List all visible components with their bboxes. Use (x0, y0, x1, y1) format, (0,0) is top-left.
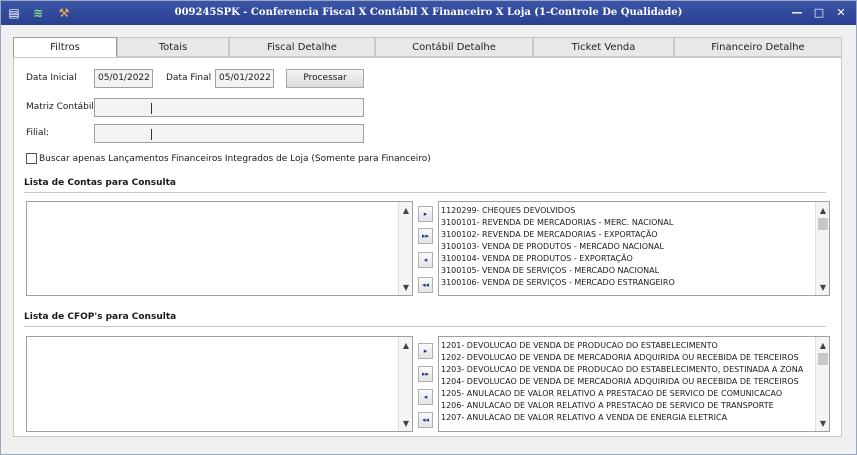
list-item[interactable]: 3100101- REVENDA DE MERCADORIAS - MERC. … (441, 217, 673, 228)
integrados-loja-checkbox[interactable] (26, 153, 37, 164)
tab-filtros[interactable]: Filtros (13, 37, 117, 58)
remove-one-button[interactable]: ◂ (418, 389, 433, 405)
list-item[interactable]: 1202- DEVOLUCAO DE VENDA DE MERCADORIA A… (441, 352, 799, 363)
processar-button[interactable]: Processar (286, 69, 364, 88)
data-inicial-field[interactable]: 05/01/2022 (94, 69, 153, 88)
text-caret (151, 129, 152, 140)
tab-financeiro-detalhe[interactable]: Financeiro Detalhe (674, 37, 842, 57)
add-all-button[interactable]: ▸▸ (418, 366, 433, 382)
list-item[interactable]: 1207- ANULACAO DE VALOR RELATIVO A VENDA… (441, 412, 727, 423)
list-item[interactable]: 1120299- CHEQUES DEVOLVIDOS (441, 205, 575, 216)
scroll-up-arrow[interactable]: ▲ (399, 339, 412, 353)
filtros-panel: Data Inicial 05/01/2022 Data Final 05/01… (13, 57, 842, 437)
tab-fiscal-detalhe[interactable]: Fiscal Detalhe (229, 37, 375, 57)
remove-all-button[interactable]: ◂◂ (418, 277, 433, 293)
scrollbar[interactable]: ▲ ▼ (815, 337, 829, 431)
tab-contabil-detalhe[interactable]: Contábil Detalhe (375, 37, 533, 57)
tab-bar: Filtros Totais Fiscal Detalhe Contábil D… (13, 37, 842, 58)
text-caret (151, 103, 152, 114)
remove-one-button[interactable]: ◂ (418, 252, 433, 268)
tab-totais[interactable]: Totais (117, 37, 229, 57)
add-one-button[interactable]: ▸ (418, 206, 433, 222)
list-item[interactable]: 1203- DEVOLUCAO DE VENDA DE PRODUCAO DO … (441, 364, 803, 375)
scroll-down-arrow[interactable]: ▼ (399, 281, 412, 295)
data-inicial-label: Data Inicial (26, 73, 77, 83)
list-item[interactable]: 3100105- VENDA DE SERVIÇOS - MERCADO NAC… (441, 265, 659, 276)
divider (24, 326, 826, 327)
window-title: 009245SPK - Conferencia Fiscal X Contábi… (174, 7, 683, 18)
tab-ticket-venda[interactable]: Ticket Venda (533, 37, 674, 57)
list-item[interactable]: 1204- DEVOLUCAO DE VENDA DE MERCADORIA A… (441, 376, 799, 387)
scroll-up-arrow[interactable]: ▲ (816, 204, 829, 218)
cfop-available-list[interactable]: ▲ ▼ (26, 336, 413, 432)
scroll-down-arrow[interactable]: ▼ (399, 417, 412, 431)
filial-input[interactable] (94, 124, 364, 143)
main-window: ▤ ≋ ⚒ 009245SPK - Conferencia Fiscal X C… (0, 0, 857, 455)
list-item[interactable]: 1205- ANULACAO DE VALOR RELATIVO A PREST… (441, 388, 782, 399)
scroll-down-arrow[interactable]: ▼ (816, 281, 829, 295)
matriz-contabil-input[interactable] (94, 98, 364, 117)
list-item[interactable]: 3100106- VENDA DE SERVIÇOS - MERCADO EST… (441, 277, 675, 288)
data-final-label: Data Final (166, 73, 212, 83)
lista-cfop-title: Lista de CFOP's para Consulta (24, 312, 177, 322)
minimize-button[interactable]: — (789, 5, 805, 21)
divider (24, 192, 826, 193)
contas-available-list[interactable]: ▲ ▼ (26, 201, 413, 296)
title-bar: ▤ ≋ ⚒ 009245SPK - Conferencia Fiscal X C… (1, 1, 856, 25)
scroll-up-arrow[interactable]: ▲ (399, 204, 412, 218)
scroll-thumb[interactable] (818, 353, 828, 365)
cfop-selected-list[interactable]: 1201- DEVOLUCAO DE VENDA DE PRODUCAO DO … (438, 336, 830, 432)
close-button[interactable]: ✕ (833, 5, 849, 21)
scrollbar[interactable]: ▲ ▼ (398, 337, 412, 431)
maximize-button[interactable]: □ (811, 5, 827, 21)
data-final-field[interactable]: 05/01/2022 (215, 69, 274, 88)
integrados-loja-label: Buscar apenas Lançamentos Financeiros In… (39, 154, 431, 164)
add-one-button[interactable]: ▸ (418, 343, 433, 359)
remove-all-button[interactable]: ◂◂ (418, 412, 433, 428)
list-item[interactable]: 3100104- VENDA DE PRODUTOS - EXPORTAÇÃO (441, 253, 633, 264)
matriz-contabil-label: Matriz Contábil: (26, 102, 97, 112)
contas-selected-list[interactable]: 1120299- CHEQUES DEVOLVIDOS 3100101- REV… (438, 201, 830, 296)
scroll-thumb[interactable] (818, 218, 828, 230)
scroll-down-arrow[interactable]: ▼ (816, 417, 829, 431)
list-item[interactable]: 1206- ANULACAO DE VALOR RELATIVO A PREST… (441, 400, 774, 411)
add-all-button[interactable]: ▸▸ (418, 228, 433, 244)
list-item[interactable]: 3100103- VENDA DE PRODUTOS - MERCADO NAC… (441, 241, 664, 252)
scrollbar[interactable]: ▲ ▼ (815, 202, 829, 295)
scroll-up-arrow[interactable]: ▲ (816, 339, 829, 353)
lista-contas-title: Lista de Contas para Consulta (24, 178, 177, 188)
scrollbar[interactable]: ▲ ▼ (398, 202, 412, 295)
list-item[interactable]: 3100102- REVENDA DE MERCADORIAS - EXPORT… (441, 229, 658, 240)
filial-label: Filial: (26, 128, 50, 138)
list-item[interactable]: 1201- DEVOLUCAO DE VENDA DE PRODUCAO DO … (441, 340, 718, 351)
